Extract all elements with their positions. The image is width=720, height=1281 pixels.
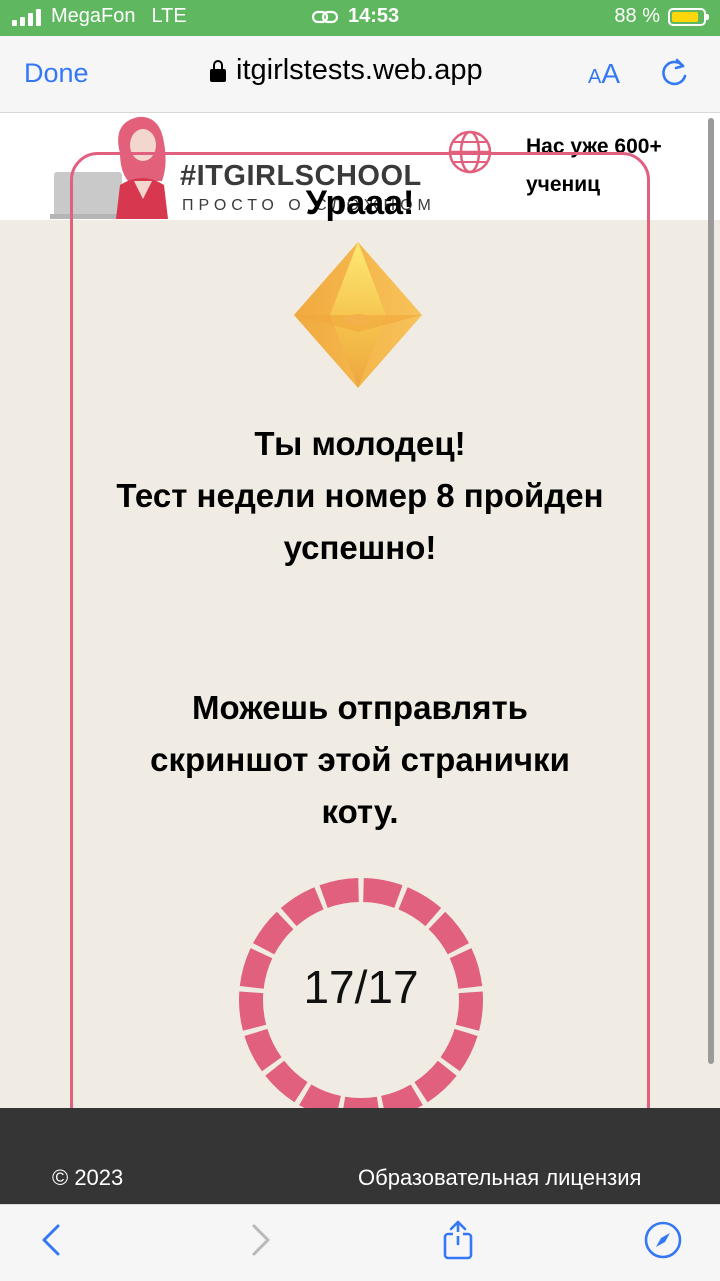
screenshot-line-3: коту. — [321, 793, 399, 830]
network-type: LTE — [151, 5, 187, 27]
diamond-icon — [294, 242, 422, 388]
link-icon — [312, 10, 338, 23]
success-line-1: Ты молодец! — [254, 425, 466, 462]
battery-icon — [668, 7, 709, 26]
copyright-text: © 2023 — [52, 1165, 124, 1190]
card-title: Урааа! — [305, 184, 415, 222]
lock-icon — [210, 59, 226, 82]
carrier-name: MegaFon — [51, 5, 136, 27]
clock-time: 14:53 — [348, 5, 400, 27]
screenshot-line-2: скриншот этой странички — [150, 741, 570, 778]
browser-top-bar: Done itgirlstests.web.app AA — [0, 36, 720, 113]
forward-icon[interactable] — [240, 1220, 280, 1260]
reload-icon[interactable] — [656, 56, 692, 92]
reader-settings-button[interactable]: AA — [588, 58, 620, 90]
screenshot-line-1: Можешь отправлять — [192, 689, 528, 726]
screenshot-message: Можешь отправлять скриншот этой страничк… — [0, 682, 720, 838]
success-line-3: успешно! — [283, 529, 437, 566]
url-text: itgirlstests.web.app — [236, 54, 483, 86]
success-message: Ты молодец! Тест недели номер 8 пройден … — [0, 418, 720, 574]
share-icon[interactable] — [438, 1220, 478, 1260]
signal-icon — [12, 8, 41, 26]
address-bar[interactable]: itgirlstests.web.app — [210, 54, 483, 87]
compass-icon[interactable] — [643, 1220, 683, 1260]
battery-percent: 88 % — [614, 5, 660, 27]
done-button[interactable]: Done — [24, 58, 89, 89]
success-line-2: Тест недели номер 8 пройден — [116, 477, 604, 514]
license-link[interactable]: Образовательная лицензия — [358, 1165, 641, 1191]
status-bar: MegaFon LTE 14:53 88 % — [0, 0, 720, 36]
scrollbar[interactable] — [708, 118, 714, 1064]
aa-small-label: A — [588, 66, 602, 88]
score-text: 17/17 — [303, 961, 419, 1013]
browser-bottom-toolbar — [0, 1204, 720, 1281]
back-icon[interactable] — [32, 1220, 72, 1260]
aa-big-label: A — [601, 58, 621, 89]
